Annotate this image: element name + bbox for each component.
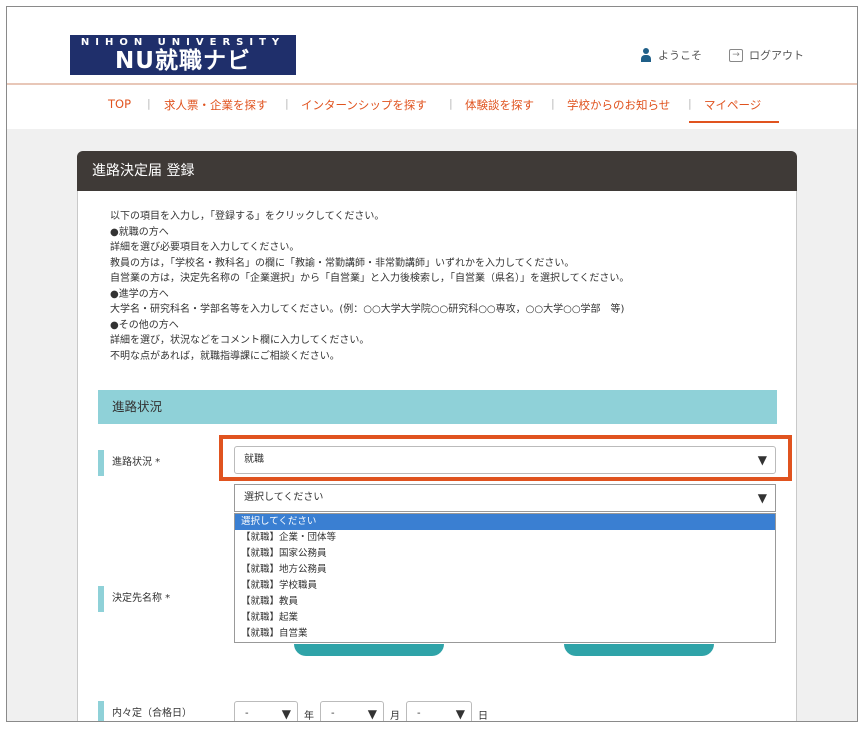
dropdown-option[interactable]: 選択してください — [235, 514, 775, 530]
welcome-text: ようこそ — [658, 49, 702, 62]
instruction-line: 詳細を選び必要項目を入力してください。 — [110, 242, 300, 253]
instruction-line: ●就職の方へ — [110, 226, 169, 238]
dropdown-arrow-icon: ▼ — [367, 707, 377, 721]
card-title: 進路決定届 登録 — [77, 151, 797, 191]
instruction-line: 以下の項目を入力し，「登録する」をクリックしてください。 — [110, 211, 385, 222]
instruction-line: 詳細を選び，状況などをコメント欄に入力してください。 — [110, 335, 370, 346]
main-nav: TOP | 求人票・企業を探す | インターンシップを探す | 体験談を探す |… — [7, 93, 857, 129]
detail-select[interactable]: 選択してください ▼ — [234, 484, 776, 512]
dropdown-arrow-icon: ▼ — [281, 707, 291, 721]
day-unit: 日 — [478, 710, 488, 722]
secondary-action-button[interactable] — [564, 644, 714, 656]
month-select-value: - — [331, 708, 335, 719]
instruction-line: 大学名・研究科名・学部名等を入力してください。(例：○○大学大学院○○研究科○○… — [110, 304, 625, 315]
day-select[interactable]: - ▼ — [406, 701, 472, 721]
welcome-user: ようこそ — [640, 47, 702, 63]
nav-separator: | — [449, 97, 453, 110]
company-select-button[interactable] — [294, 644, 444, 656]
site-header: NIHON UNIVERSITY NU就職ナビ ようこそ → ログアウト TOP… — [7, 7, 857, 129]
offer-date-label: 内々定（合格日） — [98, 701, 192, 721]
dropdown-option[interactable]: 【就職】地方公務員 — [235, 562, 775, 578]
header-divider — [7, 83, 857, 85]
nav-item-top[interactable]: TOP — [108, 97, 131, 111]
dropdown-option[interactable]: 【就職】学校職員 — [235, 578, 775, 594]
logo-service-name: NU就職ナビ — [115, 48, 251, 74]
dropdown-option[interactable]: 【就職】起業 — [235, 610, 775, 626]
instruction-line: 自営業の方は，決定先名称の「企業選択」から「自営業」と入力後検索し，「自営業（県… — [110, 273, 630, 284]
offer-date-row: - ▼ 年 - ▼ 月 - ▼ 日 — [234, 701, 490, 722]
site-logo[interactable]: NIHON UNIVERSITY NU就職ナビ — [70, 35, 296, 75]
person-icon — [640, 48, 652, 62]
logout-icon: → — [729, 48, 743, 62]
nav-item-mypage[interactable]: マイページ — [704, 97, 761, 113]
logout-link[interactable]: → ログアウト — [729, 47, 804, 63]
instruction-line: ●その他の方へ — [110, 319, 179, 331]
highlight-box — [219, 435, 792, 481]
nav-item-internship[interactable]: インターンシップを探す — [301, 97, 427, 113]
instruction-line: 不明な点があれば，就職指導課にご相談ください。 — [110, 350, 340, 362]
nav-separator: | — [551, 97, 555, 110]
logout-label: ログアウト — [749, 49, 804, 62]
nav-separator: | — [147, 97, 151, 110]
instruction-line: 教員の方は，「学校名・教科名」の欄に「教諭・常勤講師・非常勤講師」いずれかを入力… — [110, 257, 575, 269]
instructions: 以下の項目を入力し，「登録する」をクリックしてください。 ●就職の方へ 詳細を選… — [110, 209, 770, 364]
section-header-status: 進路状況 — [98, 390, 777, 424]
dropdown-arrow-icon: ▼ — [757, 491, 767, 505]
dropdown-arrow-icon: ▼ — [455, 707, 465, 721]
month-unit: 月 — [390, 710, 400, 722]
month-select[interactable]: - ▼ — [320, 701, 384, 721]
day-select-value: - — [417, 708, 421, 719]
status-label: 進路状況 * — [98, 450, 160, 476]
dropdown-option[interactable]: 【就職】企業・団体等 — [235, 530, 775, 546]
registration-card: 進路決定届 登録 以下の項目を入力し，「登録する」をクリックしてください。 ●就… — [77, 151, 797, 722]
nav-item-jobs[interactable]: 求人票・企業を探す — [164, 97, 268, 113]
browser-frame: NIHON UNIVERSITY NU就職ナビ ようこそ → ログアウト TOP… — [6, 6, 858, 722]
nav-active-underline — [689, 121, 779, 123]
nav-separator: | — [285, 97, 289, 110]
year-unit: 年 — [304, 710, 314, 722]
destination-label: 決定先名称 * — [98, 586, 170, 612]
year-select[interactable]: - ▼ — [234, 701, 298, 721]
nav-separator: | — [688, 97, 692, 110]
dropdown-option[interactable]: 【就職】自営業 — [235, 626, 775, 642]
detail-select-value: 選択してください — [244, 492, 324, 503]
nav-item-experiences[interactable]: 体験談を探す — [465, 97, 534, 113]
instruction-line: ●進学の方へ — [110, 288, 169, 300]
dropdown-option[interactable]: 【就職】国家公務員 — [235, 546, 775, 562]
nav-item-notices[interactable]: 学校からのお知らせ — [567, 97, 670, 113]
detail-dropdown-list: 選択してください 【就職】企業・団体等 【就職】国家公務員 【就職】地方公務員 … — [234, 513, 776, 643]
dropdown-option[interactable]: 【就職】教員 — [235, 594, 775, 610]
year-select-value: - — [245, 708, 249, 719]
